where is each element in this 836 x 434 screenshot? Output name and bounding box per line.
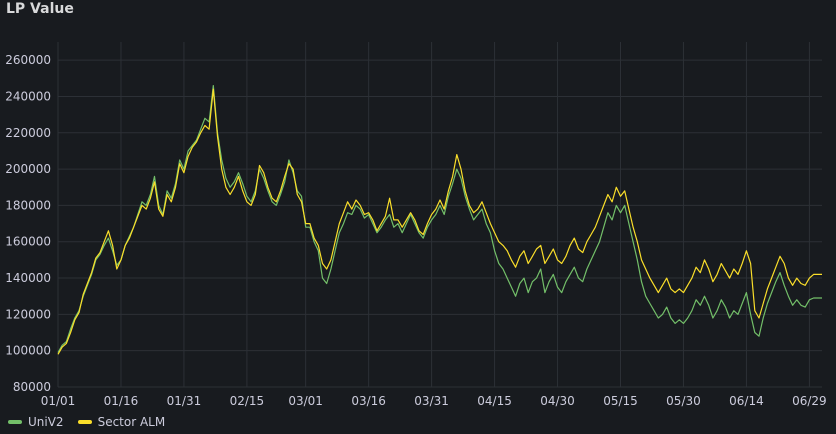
y-tick-label: 80000 <box>13 380 51 394</box>
y-tick-label: 140000 <box>5 271 51 285</box>
y-tick-label: 200000 <box>5 162 51 176</box>
x-tick-label: 04/30 <box>540 394 575 408</box>
legend-swatch-sector-alm <box>77 420 92 424</box>
legend-item-univ2[interactable]: UniV2 <box>8 415 64 429</box>
lp-value-line-chart: 80000 100000 120000 140000 160000 180000 20000… <box>5 42 827 408</box>
series-line-univ2[interactable] <box>57 85 822 353</box>
y-tick-label: 220000 <box>5 126 51 140</box>
y-tick-label: 240000 <box>5 89 51 103</box>
legend-label-univ2: UniV2 <box>28 415 64 429</box>
y-tick-label: 100000 <box>5 344 51 358</box>
y-tick-label: 260000 <box>5 53 51 67</box>
x-tick-label: 03/16 <box>351 394 386 408</box>
x-tick-label: 04/15 <box>477 394 512 408</box>
legend-item-sector-alm[interactable]: Sector ALM <box>77 415 166 429</box>
x-tick-label: 03/01 <box>288 394 323 408</box>
y-tick-label: 160000 <box>5 235 51 249</box>
x-axis-ticks: 01/01 01/16 01/31 02/15 03/01 03/16 03/31 04/15… <box>41 394 827 408</box>
x-tick-label: 01/01 <box>41 394 76 408</box>
x-tick-label: 03/31 <box>414 394 449 408</box>
y-tick-label: 120000 <box>5 307 51 321</box>
y-axis-ticks: 80000 100000 120000 140000 160000 180000 20000… <box>5 53 51 394</box>
x-tick-label: 02/15 <box>230 394 265 408</box>
x-tick-label: 05/30 <box>666 394 701 408</box>
x-tick-label: 06/29 <box>792 394 827 408</box>
legend-label-sector-alm: Sector ALM <box>97 415 166 429</box>
chart-legend: UniV2 Sector ALM <box>8 415 165 429</box>
x-tick-label: 01/16 <box>104 394 139 408</box>
legend-swatch-univ2 <box>8 420 22 424</box>
x-tick-label: 01/31 <box>167 394 202 408</box>
y-tick-label: 180000 <box>5 198 51 212</box>
x-tick-label: 05/15 <box>603 394 638 408</box>
x-tick-label: 06/14 <box>729 394 764 408</box>
chart-grid <box>57 42 822 388</box>
